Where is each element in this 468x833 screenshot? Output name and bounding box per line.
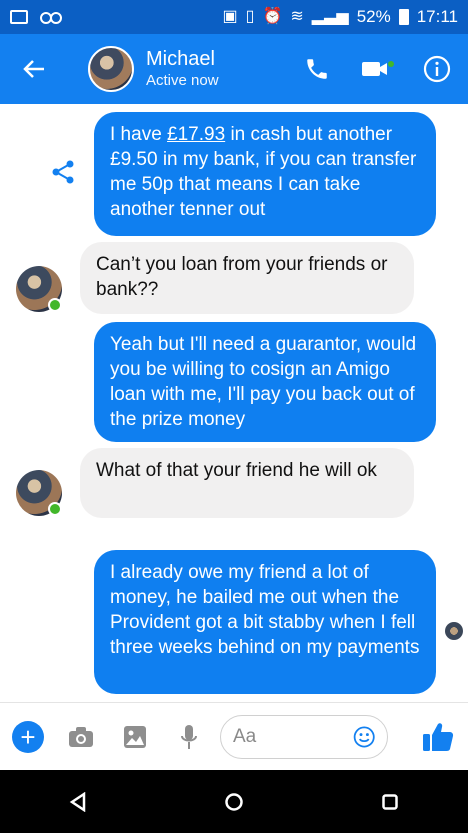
message-text: Yeah but I'll need a guarantor, would yo… [110, 334, 417, 430]
conversation-header: Michael Active now [0, 34, 468, 104]
message-bubble-incoming[interactable]: Can’t you loan from your friends or bank… [80, 242, 414, 314]
back-button[interactable] [14, 49, 54, 89]
alarm-icon: ⏰ [262, 8, 283, 25]
battery-percentage: 52% [356, 7, 391, 26]
status-bar: ▣ ▯ ⏰ ≋ ▂▃▅ 52% 17:11 [0, 0, 468, 34]
video-call-button[interactable] [360, 52, 394, 86]
more-actions-button[interactable]: + [12, 720, 44, 753]
camera-button[interactable] [64, 720, 98, 754]
message-bubble-incoming[interactable]: What of that your friend he will ok [80, 448, 414, 518]
message-text: Can’t you loan from your friends or bank… [96, 254, 388, 300]
clock: 17:11 [416, 7, 458, 26]
image-icon [10, 10, 28, 24]
square-recents-icon [382, 793, 398, 810]
gallery-button[interactable] [118, 720, 152, 754]
contact-info[interactable]: Michael Active now [146, 47, 219, 91]
message-link[interactable]: £17.93 [167, 124, 225, 145]
nav-home-button[interactable] [222, 790, 246, 814]
microphone-icon [181, 724, 197, 749]
online-indicator [48, 502, 62, 516]
message-list: I have £17.93 in cash but another £9.50 … [0, 104, 468, 799]
contact-name: Michael [146, 48, 215, 70]
image-icon [124, 725, 146, 748]
triangle-back-icon [69, 791, 86, 812]
message-text: I already owe my friend a lot of money, … [110, 562, 420, 658]
message-input-container[interactable] [220, 714, 388, 759]
nfc-icon: ▣ [222, 8, 238, 25]
like-icon[interactable] [420, 719, 456, 755]
plus-icon: + [20, 721, 36, 752]
video-call-icon [362, 61, 394, 76]
message-input[interactable] [233, 725, 347, 748]
phone-icon [307, 59, 327, 79]
back-arrow-icon [23, 60, 44, 78]
signal-icon: ▂▃▅ [311, 8, 349, 25]
voicemail-icon [40, 12, 62, 24]
info-button[interactable] [420, 52, 454, 86]
contact-status: Active now [146, 72, 219, 89]
voice-message-button[interactable] [172, 720, 206, 754]
emoji-icon[interactable] [353, 723, 375, 751]
contact-avatar[interactable] [88, 46, 134, 92]
nav-recents-button[interactable] [378, 790, 402, 814]
camera-icon [69, 726, 93, 747]
message-text: What of that your friend he will ok [96, 460, 377, 481]
message-composer: + [0, 702, 468, 770]
message-bubble-outgoing[interactable]: I have £17.93 in cash but another £9.50 … [94, 112, 436, 236]
share-icon[interactable] [50, 159, 76, 185]
message-bubble-outgoing[interactable]: I already owe my friend a lot of money, … [94, 550, 436, 694]
online-indicator [48, 298, 62, 312]
info-icon [423, 55, 451, 83]
voice-call-button[interactable] [300, 52, 334, 86]
wifi-icon: ≋ [290, 8, 304, 25]
battery-icon [398, 9, 409, 25]
seen-indicator-avatar [445, 622, 463, 640]
message-bubble-outgoing[interactable]: Yeah but I'll need a guarantor, would yo… [94, 322, 436, 442]
circle-home-icon [225, 792, 243, 811]
message-text: I have [110, 124, 168, 145]
vibrate-icon: ▯ [245, 8, 255, 25]
nav-back-button[interactable] [66, 790, 90, 814]
system-navigation-bar [0, 770, 468, 833]
